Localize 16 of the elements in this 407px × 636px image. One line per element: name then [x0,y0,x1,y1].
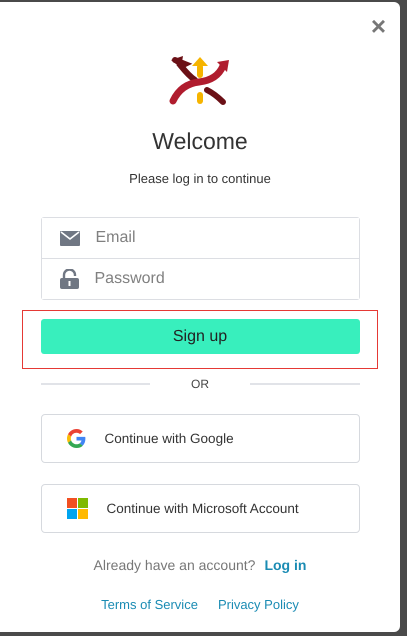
envelope-icon [60,230,80,246]
divider-label: OR [190,377,210,391]
close-button[interactable]: × [370,14,386,38]
provider-button[interactable]: Continue with Microsoft Account [40,484,360,533]
windows-logo-icon [66,498,88,519]
footer-link[interactable]: Privacy Policy [218,597,299,612]
dialog-title: Welcome [152,128,248,155]
password-field[interactable]: Password [42,258,358,299]
provider-button[interactable]: Continue with Google [40,414,360,463]
dialog-subtitle: Please log in to continue [129,171,271,186]
login-prompt: Already have an account? [94,557,256,573]
padlock-icon [60,269,78,289]
google-icon [66,429,86,448]
footer-link[interactable]: Terms of Service [101,597,198,612]
sign-up-button[interactable]: Sign up [40,319,360,354]
login-link[interactable]: Log in [264,557,306,573]
